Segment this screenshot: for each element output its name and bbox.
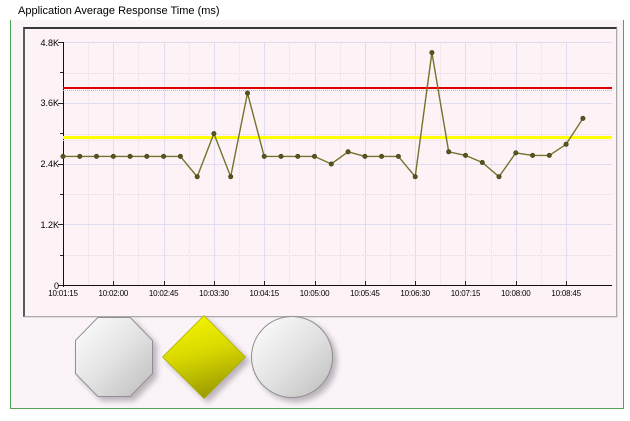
page-title: Application Average Response Time (ms) xyxy=(18,5,220,17)
circle-border xyxy=(251,316,333,398)
dashboard-page: { "title": "Application Average Response… xyxy=(0,0,630,421)
octagon-status-icon[interactable] xyxy=(75,317,153,397)
octagon-border xyxy=(75,317,153,397)
octagon-fill xyxy=(76,318,152,396)
circle-status-icon[interactable] xyxy=(251,316,333,398)
diamond-border xyxy=(162,315,246,399)
diamond-status-icon[interactable] xyxy=(162,315,246,399)
status-icons-row xyxy=(11,20,623,408)
circle-fill xyxy=(252,317,332,397)
content-frame: 10:01:15 10:02:00 10:02:45 10:03:30 10:04:15… xyxy=(10,20,624,409)
diamond-fill xyxy=(163,316,245,398)
